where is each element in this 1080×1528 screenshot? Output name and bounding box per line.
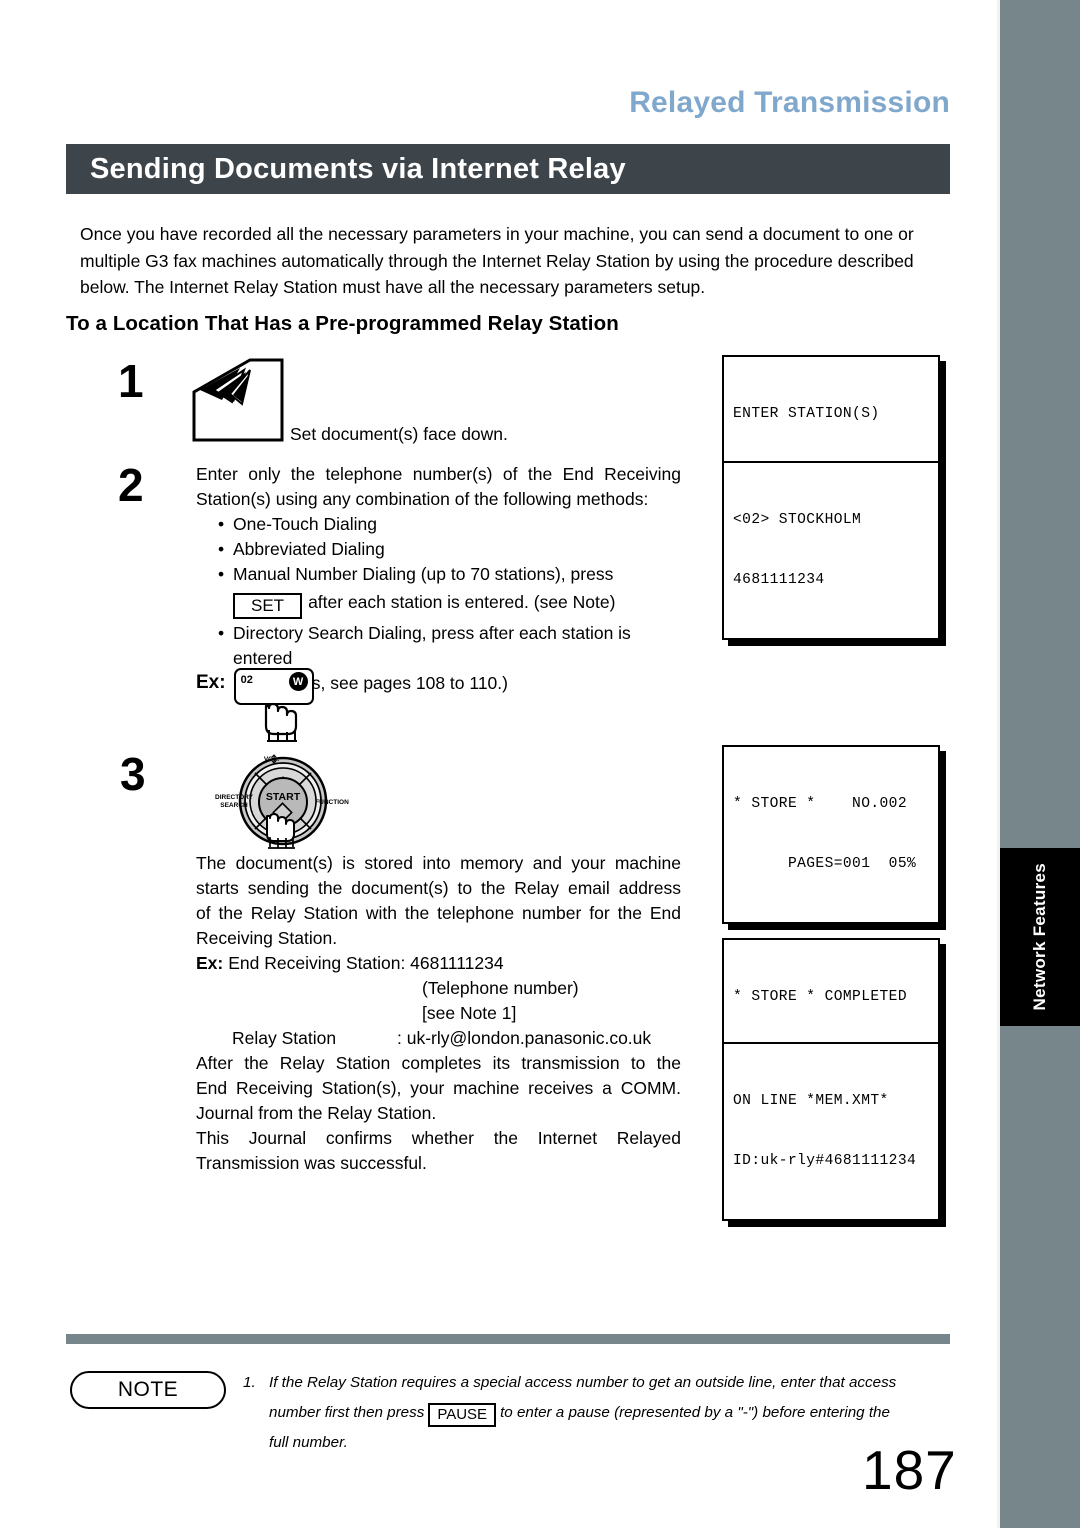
intro-paragraph: Once you have recorded all the necessary…: [80, 221, 952, 301]
document-face-down-icon: [192, 358, 284, 442]
side-tab-label: Network Features: [1030, 863, 1049, 1011]
right-margin-strip: [997, 0, 1080, 1528]
svg-text:SEARCH: SEARCH: [220, 802, 248, 809]
step-3-body: The document(s) is stored into memory an…: [196, 851, 681, 1176]
lcd-line: * STORE * NO.002: [733, 796, 907, 812]
note-body: 1. If the Relay Station requires a speci…: [243, 1368, 953, 1458]
step-3-p2-line-3: Journal from the Relay Station.: [196, 1103, 437, 1123]
svg-text:VOL.: VOL.: [264, 756, 279, 763]
step-3-p2-line-1: After the Relay Station completes its tr…: [196, 1053, 681, 1073]
lcd-line: * STORE * COMPLETED: [733, 989, 907, 1005]
step-3-p3-line-1: This Journal confirms whether the Intern…: [196, 1128, 681, 1148]
step-number-2: 2: [118, 459, 144, 511]
intro-line-3: below. The Internet Relay Station must h…: [80, 277, 706, 297]
lcd-line: ID:uk-rly#4681111234: [733, 1153, 917, 1169]
step-1-caption: Set document(s) face down.: [290, 424, 508, 444]
lcd-line: PAGES=001 05%: [733, 856, 917, 872]
pause-key-button[interactable]: PAUSE: [428, 1403, 497, 1427]
step-2-line-2: Station(s) using any combination of the …: [196, 489, 649, 509]
list-item: Abbreviated Dialing: [210, 537, 681, 562]
lcd-line: ENTER STATION(S): [733, 406, 880, 422]
dialing-methods-list: One-Touch Dialing Abbreviated Dialing Ma…: [196, 512, 681, 587]
set-key-button[interactable]: SET: [233, 593, 303, 619]
end-receiving-station-label: End Receiving Station: [228, 953, 401, 973]
step-number-1: 1: [118, 355, 144, 407]
svg-text:FUNCTION: FUNCTION: [315, 799, 349, 806]
note-text-part-3: to enter a pause (represented by a "-") …: [500, 1404, 890, 1421]
start-dial-graphic: START VOL. DIRECTORY SEARCH FUNCTION: [193, 752, 373, 852]
pressing-hand-icon: [258, 700, 302, 749]
page-number: 187: [862, 1439, 957, 1501]
lcd-display-store-progress: * STORE * NO.002 PAGES=001 05%: [722, 745, 940, 924]
note-badge: NOTE: [70, 1371, 226, 1409]
w-badge-icon: W: [288, 672, 308, 691]
set-key-line: SET after each station is entered. (see N…: [233, 590, 681, 619]
step-number-3: 3: [120, 748, 146, 800]
lcd-line: 4681111234: [733, 572, 825, 588]
note-badge-label: NOTE: [117, 1378, 179, 1401]
step-3-p2-line-2: End Receiving Station(s), your machine r…: [196, 1078, 681, 1098]
step-3-p1-line-3: of the Relay Station with the telephone …: [196, 903, 681, 923]
note-text-part-4: full number.: [269, 1434, 348, 1451]
note-text-part-1: If the Relay Station requires a special …: [269, 1374, 897, 1391]
side-tab-network-features: Network Features: [1000, 848, 1080, 1026]
relay-station-row: Relay Station : uk-rly@london.panasonic.…: [232, 1026, 681, 1051]
relay-station-label: Relay Station: [232, 1028, 337, 1048]
lcd-line: ON LINE *MEM.XMT*: [733, 1093, 889, 1109]
intro-line-2: multiple G3 fax machines automatically t…: [80, 250, 914, 271]
ex-label: Ex:: [196, 953, 224, 973]
footer-divider: [66, 1334, 950, 1344]
relay-station-value: : uk-rly@london.panasonic.co.uk: [397, 1028, 652, 1048]
step-3-example-row: Ex: End Receiving Station : 4681111234: [196, 951, 681, 976]
step-3-p1-line-4: Receiving Station.: [196, 928, 338, 948]
lcd-display-station-stockholm: <02> STOCKHOLM 4681111234: [722, 461, 940, 640]
step-3-p1-line-1: The document(s) is stored into memory an…: [196, 853, 681, 873]
lcd-line: <02> STOCKHOLM: [733, 512, 862, 528]
running-head: Relayed Transmission: [629, 86, 950, 119]
list-item: One-Touch Dialing: [210, 512, 681, 537]
step-2-line-1: Enter only the telephone number(s) of th…: [196, 464, 681, 484]
subheading: To a Location That Has a Pre-programmed …: [66, 312, 619, 335]
note-number: 1.: [243, 1374, 256, 1391]
intro-line-1: Once you have recorded all the necessary…: [80, 224, 914, 244]
step-3-p1-line-2: starts sending the document(s) to the Re…: [196, 878, 681, 898]
end-receiving-station-value: : 4681111234: [400, 953, 504, 973]
one-touch-key[interactable]: 02 W: [233, 668, 314, 742]
list-item: Directory Search Dialing, press after ea…: [210, 621, 681, 646]
list-item: Manual Number Dialing (up to 70 stations…: [210, 562, 681, 587]
svg-text:DIRECTORY: DIRECTORY: [215, 794, 254, 801]
section-title: Sending Documents via Internet Relay: [90, 152, 626, 185]
step-3-p3-line-2: Transmission was successful.: [196, 1153, 427, 1173]
one-touch-example: Ex: 02 W: [196, 668, 314, 742]
see-note-ref: [see Note 1]: [422, 1003, 517, 1023]
one-touch-key-number: 02: [240, 674, 253, 686]
step-2-body: Enter only the telephone number(s) of th…: [196, 462, 681, 696]
note-text-line-2: number first then press PAUSE to enter a p…: [269, 1398, 953, 1428]
page-content: Relayed Transmission Sending Documents v…: [0, 0, 1000, 1528]
lcd-display-on-line-mem-xmt: ON LINE *MEM.XMT* ID:uk-rly#4681111234: [722, 1042, 940, 1221]
directory-search-list: Directory Search Dialing, press after ea…: [196, 621, 681, 646]
note-text-part-2: number first then press: [269, 1404, 425, 1421]
telephone-number-note: (Telephone number): [422, 978, 579, 998]
ex-label: Ex:: [196, 672, 226, 693]
svg-text:START: START: [266, 791, 301, 803]
section-title-bar: Sending Documents via Internet Relay: [66, 144, 950, 194]
set-key-caption: after each station is entered. (see Note…: [308, 592, 616, 612]
